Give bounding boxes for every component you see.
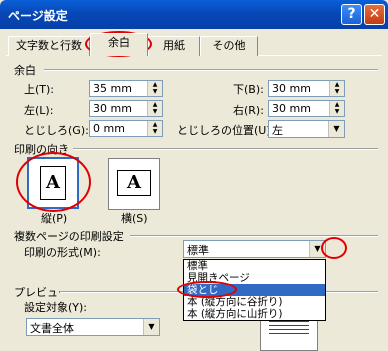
top-margin-value: 35 mm <box>93 82 132 95</box>
spin-down-icon[interactable]: ▼ <box>148 88 162 95</box>
print-format-select[interactable]: 標準 ▼ <box>183 240 326 258</box>
apply-to-label: 設定対象(Y): <box>24 301 88 314</box>
title-bar: ページ設定 ? ✕ <box>0 0 388 29</box>
gutter-label: とじしろ(G): <box>24 124 89 137</box>
spin-up-icon[interactable]: ▲ <box>330 81 344 88</box>
print-format-value: 標準 <box>187 244 209 257</box>
orientation-divider <box>73 148 378 150</box>
window-title: ページ設定 <box>8 9 68 23</box>
landscape-option[interactable]: A <box>108 158 160 210</box>
preview-text-line <box>269 329 309 330</box>
left-margin-label: 左(L): <box>24 104 54 117</box>
multipage-section-label: 複数ページの印刷設定 <box>14 230 124 243</box>
left-margin-value: 30 mm <box>93 102 132 115</box>
bottom-margin-label: 下(B): <box>233 83 264 96</box>
portrait-label[interactable]: 縦(P) <box>41 210 67 226</box>
multipage-divider <box>130 235 378 237</box>
landscape-label[interactable]: 横(S) <box>121 210 148 226</box>
gutter-arrows[interactable]: ▲ ▼ <box>147 121 162 136</box>
annotation-ellipse-portrait <box>16 152 91 212</box>
spin-up-icon[interactable]: ▲ <box>148 81 162 88</box>
spin-up-icon[interactable]: ▲ <box>148 101 162 108</box>
close-button[interactable]: ✕ <box>364 4 385 25</box>
tab-margins[interactable]: 余白 <box>90 33 148 56</box>
gutter-value: 0 mm <box>93 122 125 135</box>
landscape-page-icon: A <box>117 170 151 196</box>
preview-text-line <box>269 333 309 334</box>
right-margin-label: 右(R): <box>233 104 264 117</box>
left-margin-arrows[interactable]: ▲ ▼ <box>147 101 162 116</box>
tab-other[interactable]: その他 <box>200 36 258 56</box>
format-option-standard[interactable]: 標準 <box>184 260 325 272</box>
spin-down-icon[interactable]: ▼ <box>330 88 344 95</box>
right-margin-value: 30 mm <box>272 102 311 115</box>
top-margin-arrows[interactable]: ▲ ▼ <box>147 81 162 96</box>
right-margin-spinner[interactable]: 30 mm ▲ ▼ <box>268 100 345 117</box>
preview-text-line <box>269 321 309 322</box>
spin-up-icon[interactable]: ▲ <box>148 121 162 128</box>
bottom-margin-arrows[interactable]: ▲ ▼ <box>329 81 344 96</box>
left-margin-spinner[interactable]: 30 mm ▲ ▼ <box>89 100 163 117</box>
spin-down-icon[interactable]: ▼ <box>148 128 162 135</box>
bottom-margin-value: 30 mm <box>272 82 311 95</box>
right-margin-arrows[interactable]: ▲ ▼ <box>329 101 344 116</box>
annotation-ellipse-dropdown <box>321 237 347 259</box>
spin-down-icon[interactable]: ▼ <box>148 108 162 115</box>
spin-down-icon[interactable]: ▼ <box>330 108 344 115</box>
preview-text-line <box>269 325 309 326</box>
chevron-down-icon[interactable]: ▼ <box>328 121 344 137</box>
gutter-position-select[interactable]: 左 ▼ <box>268 120 345 138</box>
margins-section-label: 余白 <box>14 64 36 77</box>
spin-up-icon[interactable]: ▲ <box>330 101 344 108</box>
chevron-down-icon[interactable]: ▼ <box>143 319 159 335</box>
top-margin-spinner[interactable]: 35 mm ▲ ▼ <box>89 80 163 97</box>
tab-paper[interactable]: 用紙 <box>148 36 200 56</box>
apply-to-select[interactable]: 文書全体 ▼ <box>26 318 160 336</box>
print-format-label: 印刷の形式(M): <box>24 246 101 259</box>
gutter-position-label: とじしろの位置(U): <box>177 124 275 137</box>
top-margin-label: 上(T): <box>24 83 55 96</box>
annotation-ellipse-option <box>177 281 237 298</box>
margins-divider <box>44 69 378 71</box>
apply-to-value: 文書全体 <box>30 322 74 335</box>
gutter-spinner[interactable]: 0 mm ▲ ▼ <box>89 120 163 137</box>
gutter-position-value: 左 <box>272 124 283 137</box>
tab-characters-lines[interactable]: 文字数と行数 <box>8 36 90 56</box>
bottom-margin-spinner[interactable]: 30 mm ▲ ▼ <box>268 80 345 97</box>
format-option-book-mountain[interactable]: 本 (縦方向に山折り) <box>184 308 325 320</box>
help-button[interactable]: ? <box>341 4 362 25</box>
